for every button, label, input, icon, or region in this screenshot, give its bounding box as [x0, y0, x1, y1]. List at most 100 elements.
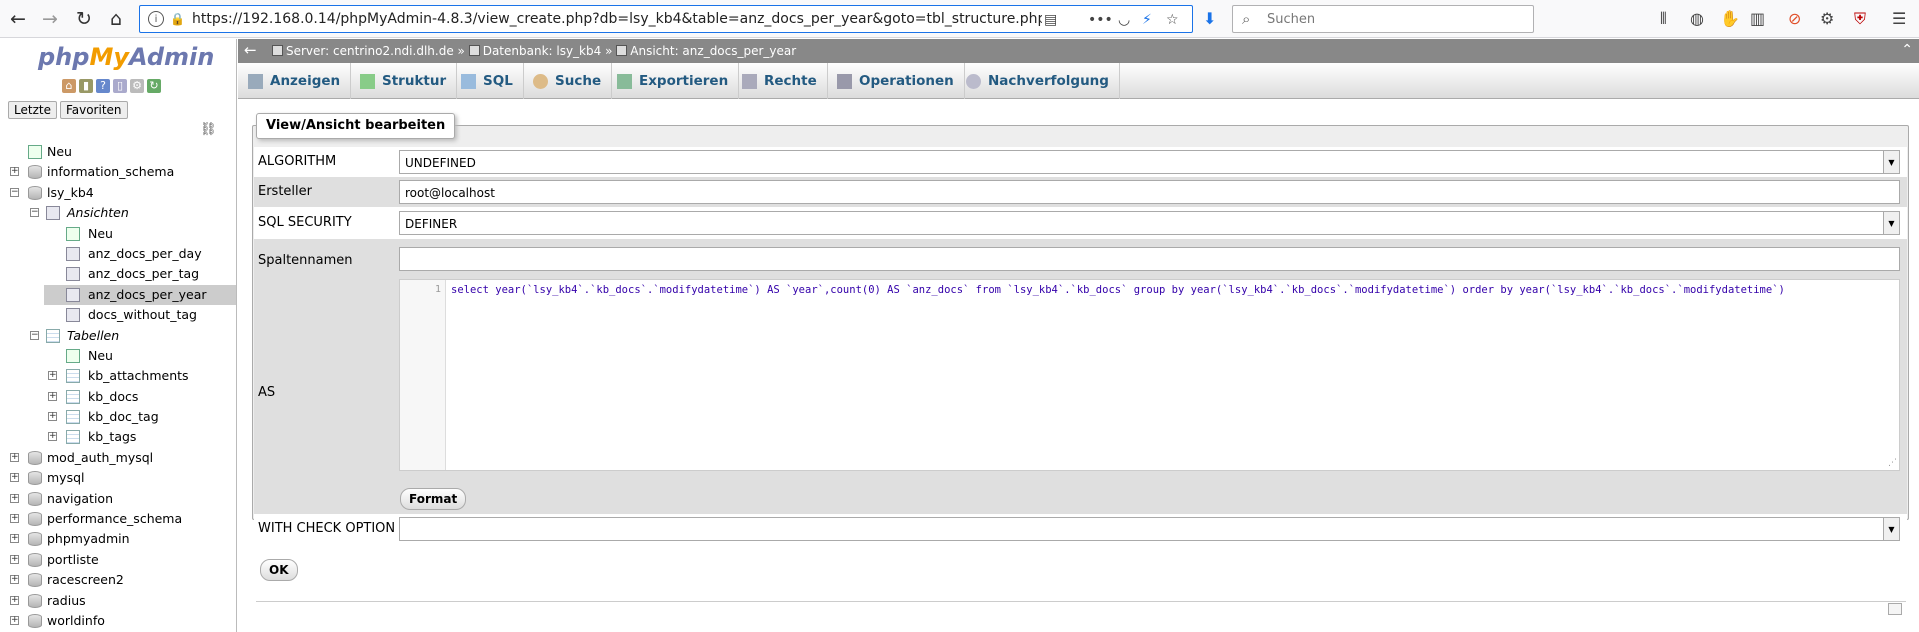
tree-item[interactable]: + kb_docs [0, 387, 236, 407]
info-icon[interactable]: i [148, 11, 164, 27]
tree-item-label[interactable]: Tabellen [67, 328, 119, 343]
logout-icon[interactable]: ▮ [79, 79, 93, 93]
link-icon[interactable]: ⛓ [200, 122, 217, 137]
tree-item[interactable]: + kb_doc_tag [0, 407, 236, 427]
tree-item[interactable]: + navigation [0, 489, 236, 509]
settings-icon[interactable]: ⚙ [130, 79, 144, 93]
ublock-icon[interactable]: ⛨ [1854, 9, 1866, 29]
home-icon[interactable]: ⌂ [102, 5, 130, 33]
tree-item-label[interactable]: mod_auth_mysql [47, 450, 153, 465]
definer-input[interactable]: root@localhost [399, 180, 1900, 204]
menu-icon[interactable]: ☰ [1892, 9, 1906, 28]
expand-icon[interactable]: + [48, 412, 57, 422]
tree-item-label[interactable]: anz_docs_per_tag [88, 266, 199, 281]
tree-item-label[interactable]: anz_docs_per_year [88, 287, 207, 302]
tree-item[interactable]: docs_without_tag [0, 305, 236, 325]
tree-item[interactable]: + phpmyadmin [0, 529, 236, 549]
browser-search-input[interactable]: ⌕ Suchen [1232, 5, 1534, 33]
tree-item-label[interactable]: Ansichten [67, 205, 129, 220]
collapse-icon[interactable]: ⌃ [1901, 42, 1913, 58]
tree-item[interactable]: Neu [0, 224, 236, 244]
tree-item-label[interactable]: radius [47, 593, 86, 608]
gear-icon[interactable]: ⚙ [1820, 9, 1834, 28]
lock-warning-icon[interactable]: 🔒 [170, 12, 185, 26]
tree-item-label[interactable]: racescreen2 [47, 572, 124, 587]
forward-arrow-icon[interactable]: → [36, 5, 64, 33]
tab-struktur[interactable]: Struktur [350, 63, 458, 99]
navigation-toggle-icon[interactable]: ← [244, 41, 257, 59]
reload-icon[interactable]: ↻ [70, 5, 98, 33]
expand-icon[interactable]: + [10, 575, 19, 585]
tab-sql[interactable]: SQL [451, 63, 524, 99]
tree-item-label[interactable]: information_schema [47, 164, 174, 179]
expand-icon[interactable]: + [10, 452, 19, 462]
pocket-icon[interactable]: ◡ [1118, 12, 1130, 28]
expand-icon[interactable]: + [10, 167, 19, 177]
breadcrumb-database[interactable]: Datenbank: lsy_kb4 [483, 44, 602, 58]
expand-icon[interactable]: + [10, 554, 19, 564]
tree-item-label[interactable]: docs_without_tag [88, 307, 197, 322]
check-option-select[interactable]: ▼ [399, 517, 1900, 541]
resize-grip-icon[interactable]: ⋰ [1888, 458, 1897, 468]
expand-icon[interactable]: + [48, 371, 57, 381]
algorithm-select[interactable]: UNDEFINED ▼ [399, 150, 1900, 174]
expand-icon[interactable]: + [10, 595, 19, 605]
download-icon[interactable]: ⬇ [1203, 9, 1216, 28]
phpmyadmin-logo[interactable]: phpMyAdmin [38, 43, 214, 71]
tree-item-label[interactable]: Neu [88, 348, 113, 363]
tree-item-label[interactable]: kb_docs [88, 389, 138, 404]
docs-icon[interactable]: ▯ [113, 79, 127, 93]
reader-view-icon[interactable]: ▤ [1044, 12, 1057, 28]
tree-item[interactable]: + kb_tags [0, 427, 236, 447]
page-actions-icon[interactable]: ••• [1088, 12, 1113, 28]
tree-item-label[interactable]: kb_attachments [88, 368, 189, 383]
tree-item-label[interactable]: navigation [47, 491, 113, 506]
console-icon[interactable] [1888, 603, 1902, 615]
sidebar-icon[interactable]: ▥ [1750, 9, 1765, 28]
tree-item[interactable]: + performance_schema [0, 509, 236, 529]
tree-item[interactable]: − Tabellen [0, 326, 236, 346]
breadcrumb-server[interactable]: Server: centrino2.ndi.dlh.de [286, 44, 454, 58]
tree-item[interactable]: + racescreen2 [0, 570, 236, 590]
tree-item-label[interactable]: portliste [47, 552, 99, 567]
tree-item[interactable]: Neu [0, 346, 236, 366]
sql-security-select[interactable]: DEFINER ▼ [399, 211, 1900, 235]
tab-exportieren[interactable]: Exportieren [607, 63, 740, 99]
tree-item-label[interactable]: anz_docs_per_day [88, 246, 202, 261]
expand-icon[interactable]: + [48, 432, 57, 442]
back-arrow-icon[interactable]: ← [4, 5, 32, 33]
tree-item-label[interactable]: lsy_kb4 [47, 185, 94, 200]
url-text[interactable]: https://192.168.0.14/phpMyAdmin-4.8.3/vi… [192, 11, 1042, 27]
url-bar[interactable]: i 🔒 https://192.168.0.14/phpMyAdmin-4.8.… [139, 5, 1193, 33]
tab-rechte[interactable]: Rechte [732, 63, 828, 99]
tab-nachverfolgung[interactable]: Nachverfolgung [956, 63, 1120, 99]
library-icon[interactable]: ⫴ [1660, 9, 1667, 29]
tree-item[interactable]: Neu [0, 142, 236, 162]
sql-code[interactable]: select year(`lsy_kb4`.`kb_docs`.`modifyd… [451, 284, 1891, 296]
help-icon[interactable]: ? [96, 79, 110, 93]
tree-item-label[interactable]: Neu [88, 226, 113, 241]
sql-editor[interactable]: 1 select year(`lsy_kb4`.`kb_docs`.`modif… [399, 279, 1900, 471]
tree-item[interactable]: + kb_attachments [0, 366, 236, 386]
expand-icon[interactable]: + [10, 534, 19, 544]
tree-item[interactable]: − Ansichten [0, 203, 236, 223]
recent-tab[interactable]: Letzte [8, 101, 57, 119]
tree-item-label[interactable]: performance_schema [47, 511, 182, 526]
expand-icon[interactable]: + [10, 473, 19, 483]
home-icon[interactable]: ⌂ [62, 79, 76, 93]
expand-icon[interactable]: + [48, 391, 57, 401]
expand-icon[interactable]: + [10, 514, 19, 524]
tree-item-label[interactable]: phpmyadmin [47, 531, 130, 546]
tree-item[interactable]: + radius [0, 591, 236, 611]
tree-item-label[interactable]: kb_doc_tag [88, 409, 159, 424]
reload-icon[interactable]: ↻ [147, 79, 161, 93]
tree-item[interactable]: + portliste [0, 550, 236, 570]
tab-operationen[interactable]: Operationen [827, 63, 965, 99]
globe-icon[interactable]: ◍ [1690, 9, 1704, 28]
format-button[interactable]: Format [400, 488, 467, 510]
tree-item[interactable]: anz_docs_per_year [44, 284, 236, 306]
tree-item-label[interactable]: Neu [47, 144, 72, 159]
tree-item-label[interactable]: mysql [47, 470, 85, 485]
breadcrumb-view[interactable]: Ansicht: anz_docs_per_year [630, 44, 796, 58]
tab-suche[interactable]: Suche [523, 63, 613, 99]
